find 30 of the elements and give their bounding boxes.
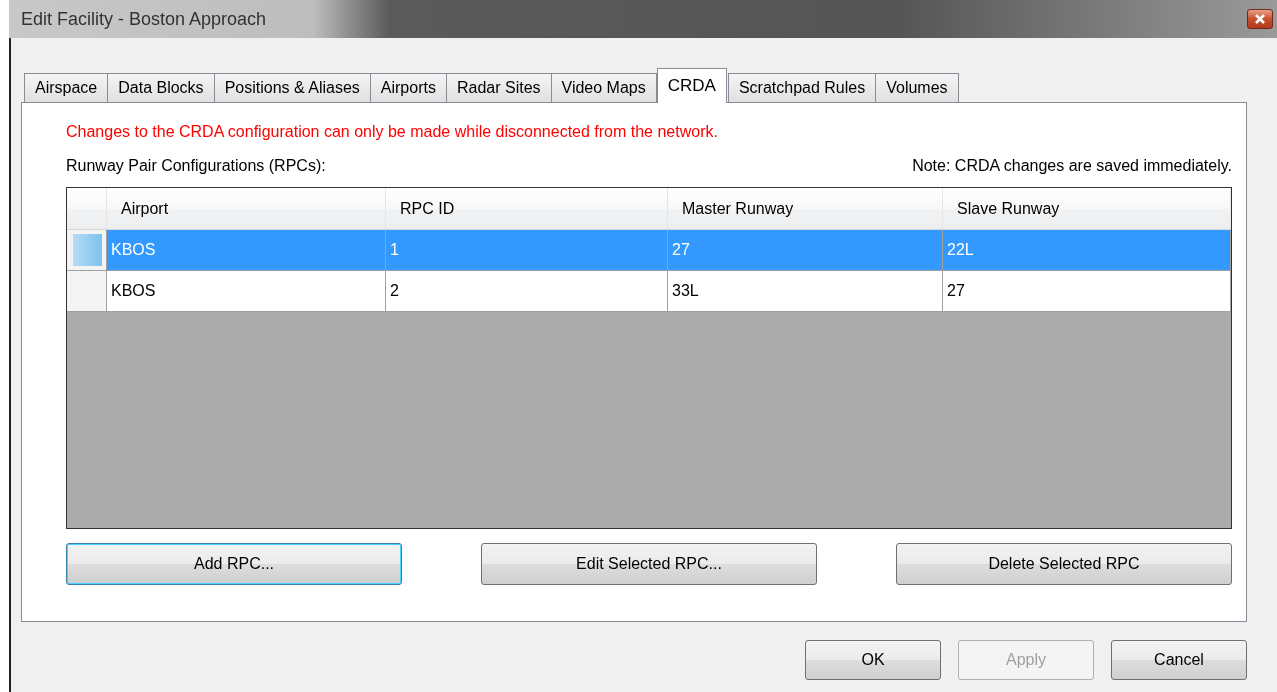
tab[interactable]: Airports [369, 73, 447, 102]
close-button[interactable] [1247, 9, 1273, 29]
dialog-button[interactable]: Cancel [1111, 640, 1247, 680]
action-button[interactable]: Add RPC... [66, 543, 402, 585]
window-title: Edit Facility - Boston Approach [21, 8, 267, 30]
table-cell[interactable]: 27 [943, 271, 1231, 312]
table-cell[interactable]: 2 [386, 271, 668, 312]
warning-text: Changes to the CRDA configuration can only be made while disconnected from the network. [66, 123, 719, 142]
row-header[interactable] [67, 271, 107, 312]
table-cell[interactable]: 33L [668, 271, 943, 312]
action-button[interactable]: Delete Selected RPC [896, 543, 1232, 585]
column-header[interactable]: Airport [107, 188, 386, 229]
column-header[interactable]: Master Runway [668, 188, 943, 229]
tab[interactable]: Radar Sites [445, 73, 552, 102]
column-header[interactable]: RPC ID [386, 188, 668, 229]
tab[interactable]: Airspace [24, 73, 109, 102]
dialog-button[interactable]: OK [805, 640, 941, 680]
tab[interactable]: Video Maps [550, 73, 657, 102]
column-header[interactable]: Slave Runway [943, 188, 1231, 229]
list-label: Runway Pair Configurations (RPCs): [66, 157, 326, 176]
tab[interactable]: Volumes [875, 73, 959, 102]
note-text: Note: CRDA changes are saved immediately. [912, 157, 1232, 176]
close-icon [1254, 13, 1266, 25]
table-cell[interactable]: KBOS [107, 271, 386, 312]
tab[interactable]: Data Blocks [107, 73, 215, 102]
row-header[interactable] [67, 230, 107, 271]
tab[interactable]: CRDA [656, 68, 727, 103]
action-button[interactable]: Edit Selected RPC... [481, 543, 817, 585]
tab[interactable]: Scratchpad Rules [727, 73, 877, 102]
tab[interactable]: Positions & Aliases [213, 73, 371, 102]
